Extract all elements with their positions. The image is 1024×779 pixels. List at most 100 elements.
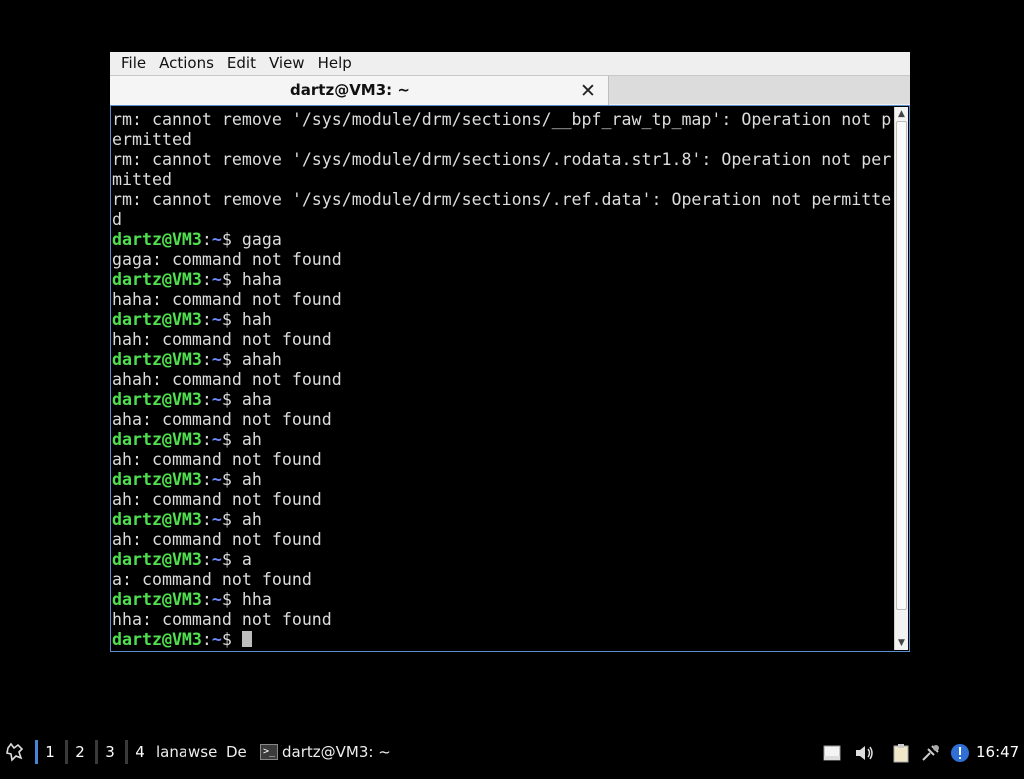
close-icon[interactable]: ✕ <box>578 81 598 101</box>
terminal-prompt-line: dartz@VM3:~$ ah <box>112 470 895 490</box>
prompt-path: ~ <box>211 430 222 449</box>
task-entry-title: dartz@VM3: ~ <box>282 743 391 761</box>
prompt-user: dartz@VM3 <box>112 230 202 249</box>
tab-terminal[interactable]: dartz@VM3: ~ ✕ <box>110 76 609 105</box>
terminal-prompt-line: dartz@VM3:~$ <box>112 630 895 650</box>
prompt-colon: : <box>201 510 212 529</box>
terminal-output-line: gaga: command not found <box>112 250 342 269</box>
command-text: ahah <box>241 350 282 369</box>
terminal-prompt-line: dartz@VM3:~$ aha <box>112 390 895 410</box>
prompt-user: dartz@VM3 <box>112 270 202 289</box>
prompt-colon: : <box>201 470 212 489</box>
prompt-dollar: $ <box>221 510 242 529</box>
prompt-user: dartz@VM3 <box>112 310 202 329</box>
terminal-prompt-line: dartz@VM3:~$ hha <box>112 590 895 610</box>
text-cursor <box>241 631 252 647</box>
scroll-down-arrow-icon[interactable]: ▼ <box>895 636 908 650</box>
prompt-user: dartz@VM3 <box>112 430 202 449</box>
clipboard-icon[interactable] <box>890 742 912 763</box>
terminal-output-line: ah: command not found <box>112 490 322 509</box>
prompt-colon: : <box>201 270 212 289</box>
prompt-path: ~ <box>211 390 222 409</box>
vertical-scrollbar[interactable]: ▲ ▼ <box>894 107 908 650</box>
menu-actions[interactable]: Actions <box>154 52 219 74</box>
prompt-dollar: $ <box>221 350 242 369</box>
prompt-colon: : <box>201 390 212 409</box>
prompt-colon: : <box>201 430 212 449</box>
prompt-user: dartz@VM3 <box>112 590 202 609</box>
volume-icon[interactable] <box>854 742 876 762</box>
menu-help[interactable]: Help <box>313 52 357 74</box>
prompt-user: dartz@VM3 <box>112 390 202 409</box>
task-entry-terminal[interactable]: >_ dartz@VM3: ~ <box>260 736 400 768</box>
prompt-colon: : <box>201 310 212 329</box>
prompt-dollar: $ <box>221 310 242 329</box>
tab-bar: dartz@VM3: ~ ✕ <box>110 75 910 105</box>
terminal-output-line: ah: command not found <box>112 450 322 469</box>
terminal-icon: >_ <box>260 744 278 760</box>
terminal-output-line: rm: cannot remove '/sys/module/drm/secti… <box>112 150 892 169</box>
terminal-prompt-line: dartz@VM3:~$ hah <box>112 310 895 330</box>
prompt-colon: : <box>201 630 212 649</box>
menu-file[interactable]: File <box>116 52 151 74</box>
clock: 16:47 <box>976 743 1020 761</box>
prompt-dollar: $ <box>221 550 242 569</box>
prompt-dollar: $ <box>221 470 242 489</box>
command-text: ah <box>241 470 262 489</box>
terminal-output-line: mitted <box>112 170 172 189</box>
terminal-output-line: ermitted <box>112 130 192 149</box>
terminal-output-line: rm: cannot remove '/sys/module/drm/secti… <box>112 110 892 129</box>
scroll-up-arrow-icon[interactable]: ▲ <box>895 107 908 121</box>
prompt-dollar: $ <box>221 230 242 249</box>
prompt-path: ~ <box>211 550 222 569</box>
update-alert-icon[interactable] <box>950 742 972 762</box>
start-menu-icon[interactable] <box>4 736 26 768</box>
terminal-prompt-line: dartz@VM3:~$ haha <box>112 270 895 290</box>
prompt-colon: : <box>201 550 212 569</box>
command-text: gaga <box>241 230 282 249</box>
prompt-user: dartz@VM3 <box>112 470 202 489</box>
prompt-dollar: $ <box>221 590 242 609</box>
command-text: ah <box>241 430 262 449</box>
prompt-path: ~ <box>211 630 222 649</box>
terminal-frame: rm: cannot remove '/sys/module/drm/secti… <box>110 105 910 652</box>
terminal-window: File Actions Edit View Help dartz@VM3: ~… <box>110 52 910 652</box>
task-entry-lana[interactable]: lana <box>156 736 186 768</box>
taskbar: 1 2 3 4 lana wse De >_ dartz@VM3: ~ 16:4… <box>0 736 1024 768</box>
prompt-colon: : <box>201 590 212 609</box>
notes-icon[interactable] <box>822 742 844 762</box>
command-text: hha <box>241 590 272 609</box>
network-icon[interactable] <box>920 742 942 762</box>
terminal-output[interactable]: rm: cannot remove '/sys/module/drm/secti… <box>112 107 895 650</box>
prompt-colon: : <box>201 350 212 369</box>
command-text: a <box>241 550 252 569</box>
terminal-output-line: ah: command not found <box>112 530 322 549</box>
terminal-output-line: d <box>112 210 122 229</box>
command-text: hah <box>241 310 272 329</box>
scrollbar-thumb[interactable] <box>896 121 907 610</box>
command-text: ah <box>241 510 262 529</box>
command-text: aha <box>241 390 272 409</box>
terminal-output-line: hah: command not found <box>112 330 332 349</box>
prompt-path: ~ <box>211 350 222 369</box>
desktop-1-button[interactable]: 1 <box>38 736 62 768</box>
task-entry-de[interactable]: De <box>226 736 252 768</box>
prompt-path: ~ <box>211 510 222 529</box>
prompt-dollar: $ <box>221 390 242 409</box>
prompt-path: ~ <box>211 310 222 329</box>
desktop-2-button[interactable]: 2 <box>68 736 92 768</box>
menu-edit[interactable]: Edit <box>222 52 261 74</box>
menu-view[interactable]: View <box>264 52 310 74</box>
prompt-user: dartz@VM3 <box>112 630 202 649</box>
task-entry-wse[interactable]: wse <box>188 736 220 768</box>
desktop-4-button[interactable]: 4 <box>128 736 152 768</box>
terminal-output-line: rm: cannot remove '/sys/module/drm/secti… <box>112 190 892 209</box>
terminal-prompt-line: dartz@VM3:~$ ahah <box>112 350 895 370</box>
prompt-user: dartz@VM3 <box>112 550 202 569</box>
desktop-3-button[interactable]: 3 <box>98 736 122 768</box>
prompt-path: ~ <box>211 590 222 609</box>
terminal-prompt-line: dartz@VM3:~$ a <box>112 550 895 570</box>
desktop: File Actions Edit View Help dartz@VM3: ~… <box>0 0 1024 768</box>
prompt-user: dartz@VM3 <box>112 350 202 369</box>
prompt-dollar: $ <box>221 430 242 449</box>
